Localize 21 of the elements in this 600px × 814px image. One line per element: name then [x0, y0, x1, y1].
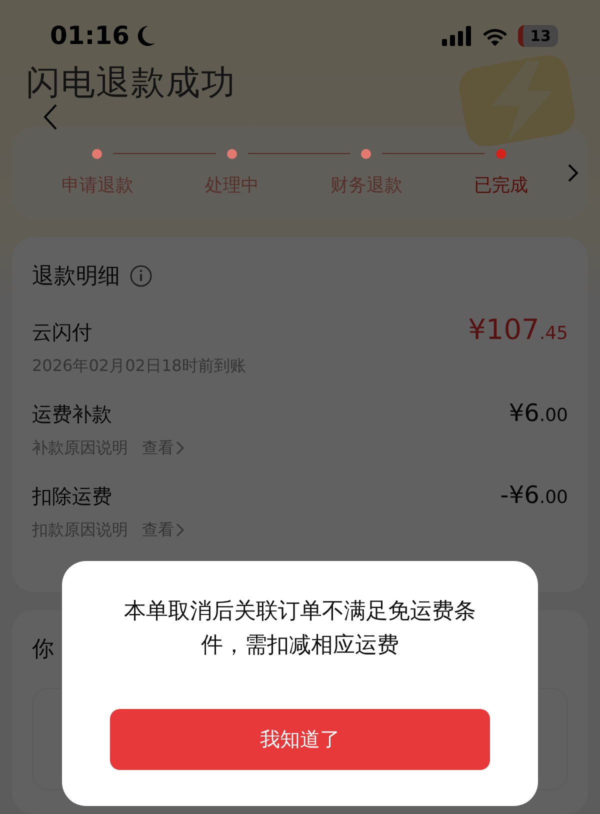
back-icon[interactable] [42, 102, 58, 131]
section-title: 退款明细 [32, 262, 120, 291]
section-title: 你 [32, 637, 54, 662]
refund-item-name: 扣除运费 [32, 482, 112, 510]
chevron-right-icon [176, 441, 184, 456]
signal-icon [442, 26, 472, 46]
acknowledge-button[interactable]: 我知道了 [110, 709, 490, 770]
refund-amount: ¥107.45 [468, 312, 568, 346]
status-time: 01:16 [50, 21, 130, 50]
page-title: 闪电退款成功 [26, 66, 236, 100]
refund-item-name: 运费补款 [32, 400, 112, 428]
refund-item-name: 云闪付 [32, 318, 92, 346]
refund-amount: -¥6.00 [500, 480, 568, 509]
chevron-right-icon[interactable] [568, 164, 578, 182]
moon-icon [136, 24, 156, 47]
step-label: 已完成 [474, 174, 528, 197]
chevron-right-icon [176, 523, 184, 538]
info-icon[interactable] [130, 264, 152, 287]
battery-indicator: 13 [518, 24, 558, 47]
refund-amount: ¥6.00 [508, 398, 568, 427]
dialog-message: 本单取消后关联订单不满足免运费条件，需扣减相应运费 [123, 598, 477, 660]
